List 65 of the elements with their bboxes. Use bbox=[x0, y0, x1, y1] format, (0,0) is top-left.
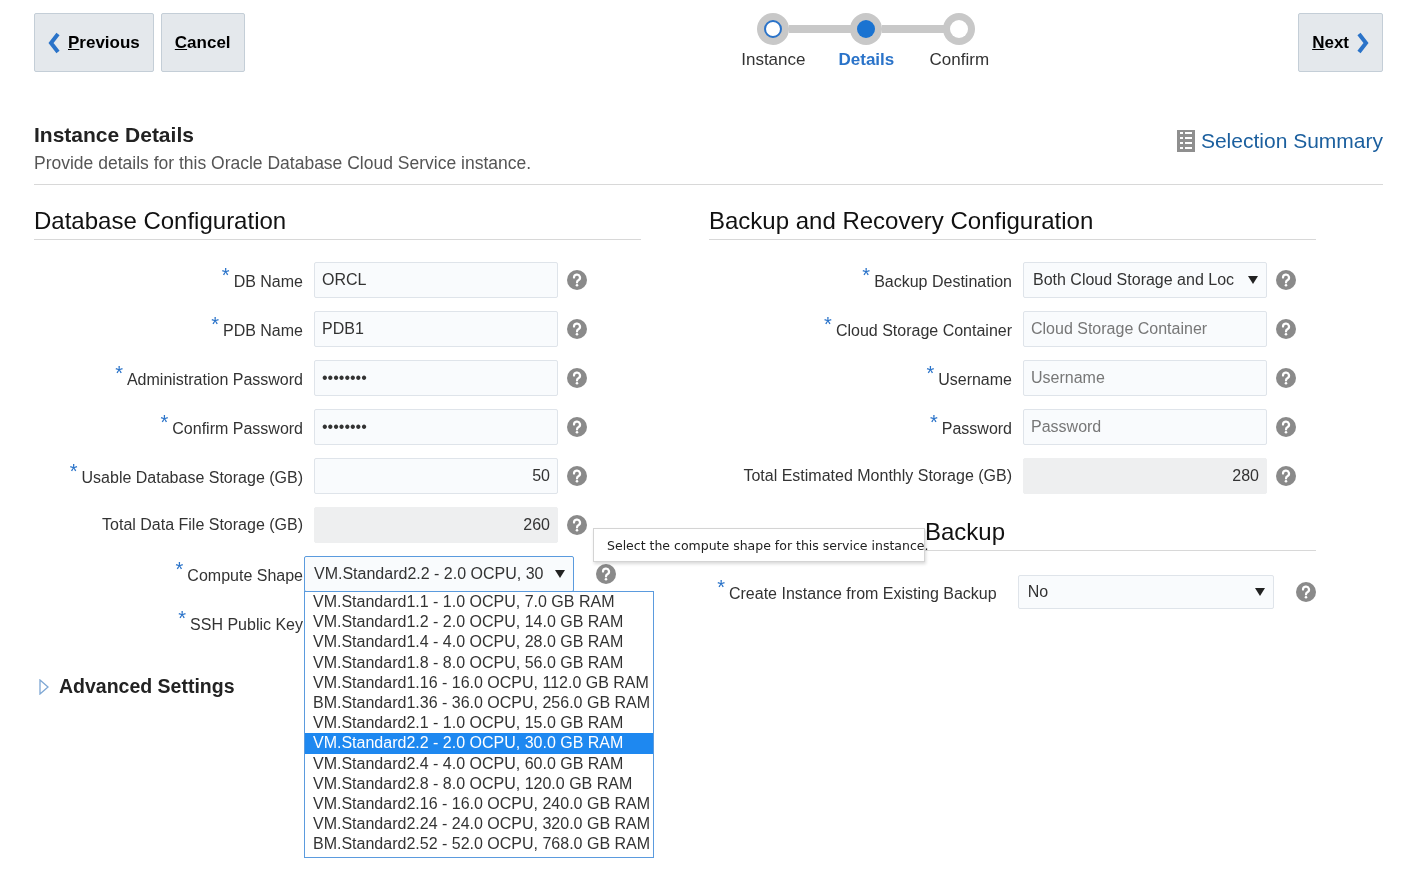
checklist-icon bbox=[1176, 130, 1195, 152]
page-title: Instance Details bbox=[34, 123, 195, 147]
section-title: Database Configuration bbox=[34, 207, 641, 240]
help-icon[interactable] bbox=[567, 270, 587, 290]
select-field[interactable]: Both Cloud Storage and Loc bbox=[1023, 262, 1267, 298]
tooltip: Select the compute shape for this service instance. bbox=[593, 528, 925, 562]
dropdown-option[interactable]: BM.Standard1.36 - 36.0 OCPU, 256.0 GB RAM bbox=[305, 693, 653, 714]
section-title: Backup and Recovery Configuration bbox=[709, 207, 1316, 240]
text-field[interactable]: Cloud Storage Container bbox=[1023, 311, 1267, 347]
previous-button[interactable]: Previous bbox=[34, 13, 154, 72]
step-marker[interactable] bbox=[850, 13, 883, 45]
chevron-left-icon bbox=[48, 31, 60, 54]
page-subtitle: Provide details for this Oracle Database Cloud Service instance. bbox=[34, 153, 532, 174]
readonly-field[interactable]: 260 bbox=[314, 507, 558, 543]
help-icon[interactable] bbox=[1276, 319, 1296, 339]
dropdown-option[interactable]: VM.Standard1.8 - 8.0 OCPU, 56.0 GB RAM bbox=[305, 652, 653, 673]
dropdown-option[interactable]: VM.Standard2.24 - 24.0 OCPU, 320.0 GB RAM bbox=[305, 814, 653, 835]
cancel-button[interactable]: Cancel bbox=[160, 13, 245, 72]
selection-summary-link[interactable]: Selection Summary bbox=[1200, 129, 1383, 153]
step-label[interactable]: Details bbox=[838, 50, 895, 70]
help-icon[interactable] bbox=[1296, 582, 1316, 602]
caret-icon bbox=[555, 570, 565, 578]
help-icon[interactable] bbox=[567, 368, 587, 388]
chevron-right-icon bbox=[1357, 31, 1369, 54]
text-field[interactable]: Username bbox=[1023, 360, 1267, 396]
number-field[interactable]: 50 bbox=[314, 458, 558, 494]
step-label[interactable]: Confirm bbox=[929, 50, 990, 70]
step-connector bbox=[881, 25, 944, 33]
step-marker[interactable] bbox=[943, 13, 976, 45]
advanced-settings-toggle[interactable]: Advanced Settings bbox=[59, 675, 235, 698]
help-icon[interactable] bbox=[567, 417, 587, 437]
help-icon[interactable] bbox=[1276, 417, 1296, 437]
step-label[interactable]: Instance bbox=[741, 50, 806, 70]
step-marker[interactable] bbox=[757, 13, 790, 45]
select-field[interactable]: No bbox=[1017, 575, 1274, 609]
help-icon[interactable] bbox=[1276, 368, 1296, 388]
readonly-field[interactable]: 280 bbox=[1023, 458, 1267, 494]
text-field[interactable]: PDB1 bbox=[314, 311, 558, 347]
dropdown-option[interactable]: VM.Standard2.4 - 4.0 OCPU, 60.0 GB RAM bbox=[305, 753, 653, 774]
text-field[interactable]: •••••••• bbox=[314, 360, 558, 396]
text-field[interactable]: •••••••• bbox=[314, 409, 558, 445]
expand-triangle-icon[interactable] bbox=[39, 678, 49, 695]
dropdown-option[interactable]: VM.Standard1.1 - 1.0 OCPU, 7.0 GB RAM bbox=[305, 592, 653, 613]
caret-icon bbox=[1255, 588, 1265, 596]
help-icon[interactable] bbox=[1276, 270, 1296, 290]
dropdown-option[interactable]: VM.Standard1.2 - 2.0 OCPU, 14.0 GB RAM bbox=[305, 612, 653, 633]
caret-icon bbox=[1248, 276, 1258, 284]
dropdown-option[interactable]: VM.Standard2.2 - 2.0 OCPU, 30.0 GB RAM bbox=[305, 733, 653, 754]
field-label: Total Estimated Monthly Storage (GB) bbox=[742, 467, 1012, 485]
text-field[interactable]: Password bbox=[1023, 409, 1267, 445]
help-icon[interactable] bbox=[1276, 466, 1296, 486]
dropdown-option[interactable]: VM.Standard2.8 - 8.0 OCPU, 120.0 GB RAM bbox=[305, 773, 653, 795]
dropdown-option[interactable]: VM.Standard1.4 - 4.0 OCPU, 28.0 GB RAM bbox=[305, 632, 653, 653]
help-icon[interactable] bbox=[567, 515, 587, 535]
dropdown-option[interactable]: VM.Standard2.16 - 16.0 OCPU, 240.0 GB RAM bbox=[305, 794, 653, 815]
help-icon[interactable] bbox=[567, 319, 587, 339]
text-field[interactable]: ORCL bbox=[314, 262, 558, 298]
next-button[interactable]: Next bbox=[1298, 13, 1383, 72]
dropdown-option[interactable]: VM.Standard1.16 - 16.0 OCPU, 112.0 GB RAM bbox=[305, 672, 653, 693]
dropdown-option[interactable]: BM.Standard2.52 - 52.0 OCPU, 768.0 GB RAM bbox=[305, 834, 653, 855]
help-icon[interactable] bbox=[567, 466, 587, 486]
step-connector bbox=[788, 25, 851, 33]
dropdown-option[interactable]: VM.Standard2.1 - 1.0 OCPU, 15.0 GB RAM bbox=[305, 713, 653, 734]
field-label: Total Data File Storage (GB) bbox=[101, 516, 303, 534]
help-icon[interactable] bbox=[596, 564, 616, 584]
